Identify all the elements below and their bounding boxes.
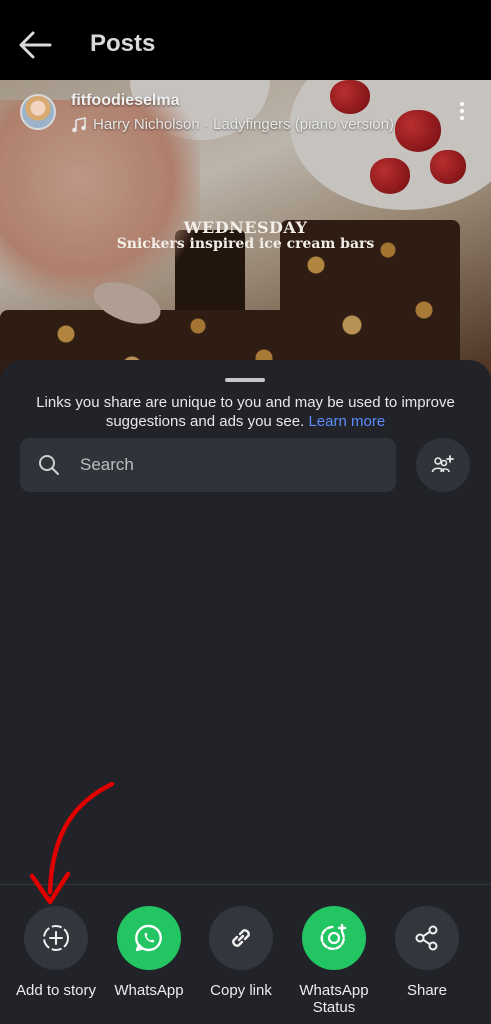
learn-more-link[interactable]: Learn more (308, 413, 385, 430)
copy-link-button[interactable] (209, 906, 273, 970)
share-target-copy-link[interactable]: Copy link (195, 906, 287, 999)
overlay-day-text: WEDNESDAY (183, 218, 308, 237)
post-music[interactable]: Harry Nicholson · Ladyfingers (piano ver… (71, 116, 394, 133)
search-input[interactable]: Search (20, 438, 396, 492)
drag-handle[interactable] (225, 378, 265, 382)
whatsapp-status-icon (320, 923, 347, 951)
post-username[interactable]: fitfoodieselma (71, 92, 179, 110)
share-label: WhatsApp (114, 982, 184, 999)
share-label: Share (406, 982, 448, 999)
search-icon (39, 455, 59, 475)
music-note-icon (72, 116, 86, 132)
top-bar: Posts (0, 0, 491, 80)
share-target-share[interactable]: Share (381, 906, 473, 999)
share-label: Add to story (15, 982, 97, 999)
add-story-button[interactable] (24, 906, 88, 970)
share-target-add-to-story[interactable]: Add to story (10, 906, 102, 999)
share-target-whatsapp-status[interactable]: WhatsApp Status (288, 906, 380, 1016)
share-targets-row: Add to story WhatsApp Copy link WhatsApp… (0, 906, 491, 1024)
link-icon (232, 929, 250, 947)
overlay-caption-text: Snickers inspired ice cream bars (116, 236, 375, 252)
share-button[interactable] (395, 906, 459, 970)
add-people-button[interactable] (416, 438, 470, 492)
whatsapp-status-button[interactable] (302, 906, 366, 970)
share-icon (415, 925, 438, 951)
share-target-whatsapp[interactable]: WhatsApp (103, 906, 195, 999)
avatar[interactable] (20, 94, 56, 130)
whatsapp-button[interactable] (117, 906, 181, 970)
share-label: WhatsApp Status (299, 982, 369, 1016)
whatsapp-icon (135, 924, 162, 952)
add-people-icon (431, 455, 454, 473)
share-sheet: Links you share are unique to you and ma… (0, 360, 491, 1024)
more-options-icon[interactable] (456, 102, 468, 124)
music-title: Harry Nicholson · Ladyfingers (piano ver… (93, 116, 394, 133)
back-arrow-icon[interactable] (18, 30, 52, 60)
share-label: Copy link (210, 982, 272, 999)
search-placeholder: Search (80, 455, 134, 474)
add-story-icon (43, 925, 69, 951)
share-notice: Links you share are unique to you and ma… (18, 393, 473, 431)
notice-text: Links you share are unique to you and ma… (36, 394, 455, 430)
page-title: Posts (90, 30, 156, 57)
annotation-arrow-icon (29, 781, 115, 905)
